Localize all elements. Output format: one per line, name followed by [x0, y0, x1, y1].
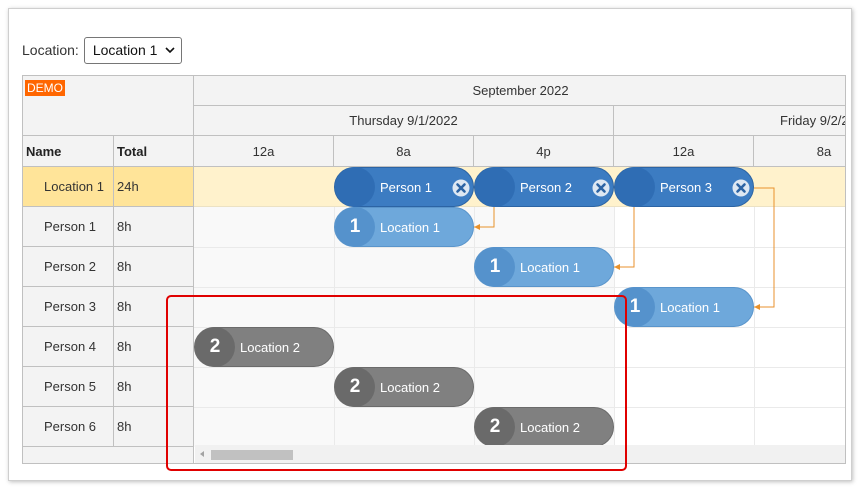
event-location-1[interactable]: 1 Location 1	[474, 247, 614, 287]
event-location-1[interactable]: 1 Location 1	[614, 287, 754, 327]
event-label: Person 2	[520, 179, 573, 195]
close-icon[interactable]	[452, 179, 470, 197]
annotation-highlight-box	[166, 295, 627, 471]
event-avatar	[475, 167, 515, 207]
event-avatar	[335, 167, 375, 207]
toolbar: Location: Location 1	[22, 36, 183, 64]
chevron-down-icon	[165, 47, 176, 54]
location-select-value: Location 1	[92, 42, 158, 58]
close-icon[interactable]	[592, 179, 610, 197]
event-label: Person 1	[380, 179, 433, 195]
event-label: Location 1	[520, 259, 580, 275]
event-label: Location 1	[380, 219, 440, 235]
event-avatar	[615, 167, 655, 207]
location-number: 1	[335, 207, 375, 247]
event-person-1[interactable]: Person 1	[334, 167, 474, 207]
event-person-3[interactable]: Person 3	[614, 167, 754, 207]
event-person-2[interactable]: Person 2	[474, 167, 614, 207]
event-label: Location 1	[660, 299, 720, 315]
location-label: Location:	[22, 42, 79, 58]
close-icon[interactable]	[732, 179, 750, 197]
location-number: 1	[475, 247, 515, 287]
event-location-1[interactable]: 1 Location 1	[334, 207, 474, 247]
location-select[interactable]: Location 1	[83, 36, 183, 64]
event-label: Person 3	[660, 179, 713, 195]
